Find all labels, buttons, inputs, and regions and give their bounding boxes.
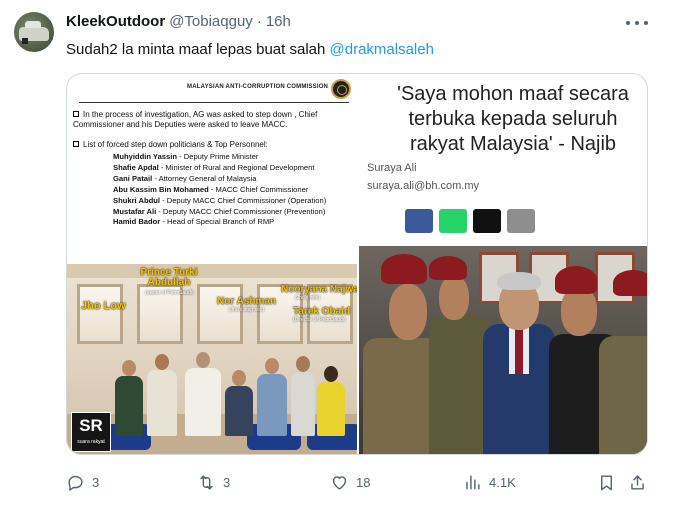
separator: ·: [256, 13, 262, 30]
article-headline: 'Saya mohon maaf secara terbuka kepada s…: [397, 83, 629, 155]
list-item: Gani Patail - Attorney General of Malays…: [113, 173, 257, 183]
personnel-list: Muhyiddin Yassin - Deputy Prime Minister…: [113, 152, 326, 228]
reply-count: 3: [92, 474, 100, 490]
divider: [79, 102, 349, 103]
analytics-icon: [466, 474, 480, 490]
label-tarek-obaid: Tarek Obaid: [293, 306, 351, 317]
bookmark-icon: [601, 474, 612, 490]
tweet-text-body: Sudah2 la minta maaf lepas buat salah: [66, 41, 330, 58]
list-item: Hamid Bador - Head of Special Branch of …: [113, 217, 275, 227]
views-button[interactable]: 4.1K: [463, 470, 516, 494]
list-item: Abu Kassim Bin Mohamed - MACC Chief Comm…: [113, 184, 309, 194]
label-prince-turki: Prince Turki Abdullah: [140, 267, 198, 288]
media-group-photo[interactable]: Prince Turki Abdullah (owner of PetroSau…: [67, 264, 357, 454]
retweet-icon: [200, 474, 213, 490]
retweet-count: 3: [223, 474, 231, 490]
document-bullet: In the process of investigation, AG was …: [73, 110, 318, 129]
list-item: Muhyiddin Yassin - Deputy Prime Minister: [113, 152, 259, 161]
action-bar: 3 3 18 4.1K: [66, 470, 648, 494]
mention-link[interactable]: @drakmalsaleh: [330, 41, 434, 58]
document-title: MALAYSIAN ANTI-CORRUPTION COMMISSION: [187, 84, 329, 90]
label-nor-ashman-role: (Jho's step son): [229, 307, 265, 313]
timestamp[interactable]: 16h: [266, 13, 291, 30]
more-share-icon: [507, 209, 535, 233]
label-nooryana-role: (Jho's wife): [295, 295, 321, 301]
media-document-image[interactable]: MALAYSIAN ANTI-CORRUPTION COMMISSION In …: [67, 74, 357, 264]
list-item: Shafie Apdal - Minister of Rural and Reg…: [113, 162, 315, 172]
display-name[interactable]: KleekOutdoor: [66, 13, 165, 30]
bookmark-button[interactable]: [597, 470, 616, 494]
whatsapp-share-icon: [439, 209, 467, 233]
document-bullet: List of forced step down politicians & T…: [73, 140, 353, 150]
views-count: 4.1K: [489, 474, 516, 490]
label-jho-low: Jho Low: [81, 300, 126, 312]
user-handle[interactable]: @Tobiaqguy: [169, 13, 253, 30]
list-item: Mustafar Ali - Deputy MACC Chief Commiss…: [113, 206, 326, 216]
reply-icon: [68, 475, 83, 491]
avatar[interactable]: [14, 12, 54, 52]
label-nooryana: Nooryana Najwa: [281, 284, 357, 295]
share-button[interactable]: [628, 470, 647, 494]
media-article-image[interactable]: 'Saya mohon maaf secara terbuka kepada s…: [359, 74, 647, 246]
like-button[interactable]: 18: [330, 470, 370, 494]
label-prince-turki-role: (owner of PetroSaudi): [145, 290, 194, 296]
heart-icon: [332, 475, 347, 490]
car-icon: [19, 21, 54, 44]
media-escort-photo[interactable]: [359, 246, 647, 454]
macc-seal-icon: [331, 79, 351, 99]
tweet[interactable]: KleekOutdoor @Tobiaqguy · 16h Sudah2 la …: [0, 0, 676, 511]
tweet-header: KleekOutdoor @Tobiaqguy · 16h: [66, 13, 291, 33]
reply-button[interactable]: 3: [66, 470, 99, 494]
list-item: Shukri Abdul - Deputy MACC Chief Commiss…: [113, 195, 327, 205]
retweet-button[interactable]: 3: [197, 470, 230, 494]
x-share-icon: [473, 209, 501, 233]
more-options-icon[interactable]: [626, 14, 648, 32]
media-grid[interactable]: MALAYSIAN ANTI-CORRUPTION COMMISSION In …: [66, 73, 648, 455]
label-nor-ashman: Nor Ashman: [217, 296, 277, 307]
suara-rakyat-logo: SR suara rakyat: [71, 412, 111, 452]
like-count: 18: [356, 474, 371, 490]
tweet-text: Sudah2 la minta maaf lepas buat salah @d…: [66, 40, 434, 60]
label-tarek-obaid-role: (Director of PetroSaudi): [293, 317, 346, 323]
article-email: suraya.ali@bh.com.my: [367, 180, 480, 192]
facebook-share-icon: [405, 209, 433, 233]
article-author: Suraya Ali: [367, 162, 417, 174]
share-icon: [631, 474, 644, 490]
